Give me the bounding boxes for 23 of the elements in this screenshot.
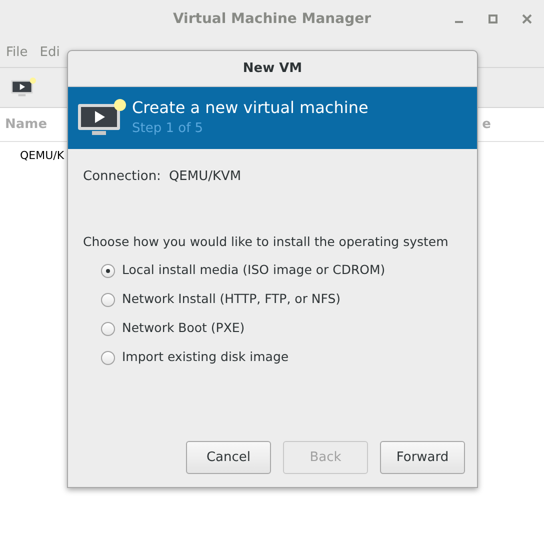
install-option[interactable]: Local install media (ISO image or CDROM)	[101, 261, 477, 280]
radio-button[interactable]	[101, 292, 115, 307]
monitor-icon	[10, 77, 36, 98]
close-icon[interactable]	[522, 14, 532, 24]
maximize-icon[interactable]	[488, 14, 498, 24]
new-vm-button[interactable]	[10, 77, 36, 98]
install-prompt: Choose how you would like to install the operating system	[83, 232, 450, 251]
dialog-button[interactable]: Cancel	[186, 441, 271, 474]
install-option[interactable]: Network Boot (PXE)	[101, 319, 477, 338]
table-cell-text: QEMU/K	[20, 148, 64, 164]
install-option[interactable]: Import existing disk image	[101, 348, 477, 368]
step-label: Step 1 of 5	[132, 120, 204, 138]
radio-button[interactable]	[101, 264, 115, 278]
connection-value: QEMU/KVM	[168, 168, 242, 186]
dialog-button[interactable]: Forward	[380, 441, 465, 474]
monitor-icon	[76, 98, 126, 138]
dialog-title: New VM	[242, 60, 302, 78]
radio-button[interactable]	[101, 350, 115, 365]
banner-heading: Create a new virtual machine	[132, 97, 368, 120]
install-option[interactable]: Network Install (HTTP, FTP, or NFS)	[101, 290, 477, 310]
radio-button[interactable]	[101, 322, 115, 336]
window-title: Virtual Machine Manager	[172, 10, 372, 28]
connection-label: Connection:	[83, 168, 161, 186]
